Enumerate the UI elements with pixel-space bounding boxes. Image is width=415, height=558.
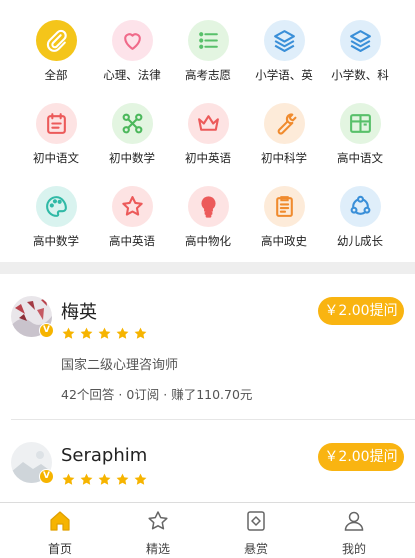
tab-featured[interactable]: 精选	[118, 503, 198, 558]
tab-label: 首页	[47, 542, 72, 556]
wrench-icon	[264, 103, 305, 144]
bottom-tab-bar: 首页 精选 悬赏 我的	[0, 502, 415, 558]
verified-badge-icon: V	[39, 323, 54, 338]
category-label: 幼儿成长	[337, 234, 383, 248]
share-icon	[340, 186, 381, 227]
category-primary-math-science[interactable]: 小学数、科	[320, 20, 400, 96]
star-icon	[112, 186, 153, 227]
category-junior-chinese[interactable]: 初中语文	[16, 103, 96, 179]
category-junior-math[interactable]: 初中数学	[92, 103, 172, 179]
category-all[interactable]: 全部	[16, 20, 96, 96]
tab-mine[interactable]: 我的	[314, 503, 394, 558]
star-outline-icon	[148, 511, 168, 530]
tab-home[interactable]: 首页	[20, 503, 100, 558]
network-icon	[112, 103, 153, 144]
category-junior-english[interactable]: 初中英语	[168, 103, 248, 179]
star-icon	[98, 473, 111, 485]
layers-icon	[264, 20, 305, 61]
bounty-icon	[247, 511, 265, 531]
star-icon	[62, 327, 75, 339]
ask-question-button[interactable]: ￥2.00提问	[318, 443, 404, 471]
category-senior-politics-history[interactable]: 高中政史	[244, 186, 324, 262]
category-primary-chinese-english[interactable]: 小学语、英	[244, 20, 324, 96]
category-senior-english[interactable]: 高中英语	[92, 186, 172, 262]
calendar-icon	[36, 103, 77, 144]
crown-icon	[188, 103, 229, 144]
list-icon	[188, 20, 229, 61]
category-junior-science[interactable]: 初中科学	[244, 103, 324, 179]
bulb-icon	[188, 186, 229, 227]
paperclip-icon	[36, 20, 77, 61]
expert-name[interactable]: 梅英	[61, 298, 97, 324]
star-icon	[62, 473, 75, 485]
person-icon	[344, 511, 364, 531]
clipboard-icon	[264, 186, 305, 227]
category-grid: 全部 心理、法律 高考志愿 小学语、英 小学数、科 初中语文 初中数学 初中英语…	[0, 0, 415, 262]
book-icon	[340, 103, 381, 144]
star-icon	[116, 473, 129, 485]
tab-bounty[interactable]: 悬赏	[216, 503, 296, 558]
tab-label: 精选	[145, 542, 170, 556]
category-label: 高中语文	[337, 151, 383, 165]
section-divider	[0, 262, 415, 274]
rating-stars	[61, 472, 148, 488]
heart-icon	[112, 20, 153, 61]
expert-title: 国家二级心理咨询师	[61, 358, 179, 373]
category-senior-chinese[interactable]: 高中语文	[320, 103, 400, 179]
category-senior-physics-chemistry[interactable]: 高中物化	[168, 186, 248, 262]
tab-label: 悬赏	[243, 542, 268, 556]
home-icon	[50, 511, 70, 531]
star-icon	[134, 327, 147, 339]
category-label: 小学数、科	[331, 68, 389, 82]
expert-card[interactable]: V Seraphim ￥2.00提问	[0, 420, 415, 502]
star-icon	[116, 327, 129, 339]
rating-stars	[61, 326, 148, 342]
star-icon	[134, 473, 147, 485]
category-psychology-law[interactable]: 心理、法律	[92, 20, 172, 96]
star-icon	[98, 327, 111, 339]
palette-icon	[36, 186, 77, 227]
verified-badge-icon: V	[39, 469, 54, 484]
category-senior-math[interactable]: 高中数学	[16, 186, 96, 262]
expert-stats: 42个回答 · 0订阅 · 赚了110.70元	[61, 387, 253, 402]
star-icon	[80, 473, 93, 485]
ask-question-button[interactable]: ￥2.00提问	[318, 297, 404, 325]
layers-icon	[340, 20, 381, 61]
star-icon	[80, 327, 93, 339]
expert-card[interactable]: V 梅英 ￥2.00提问 国家二级心理咨询师 42个回答 · 0订阅 · 赚了1…	[0, 274, 415, 420]
tab-label: 我的	[341, 542, 366, 556]
expert-name[interactable]: Seraphim	[61, 445, 147, 466]
category-early-childhood[interactable]: 幼儿成长	[320, 186, 400, 262]
category-gaokao[interactable]: 高考志愿	[168, 20, 248, 96]
